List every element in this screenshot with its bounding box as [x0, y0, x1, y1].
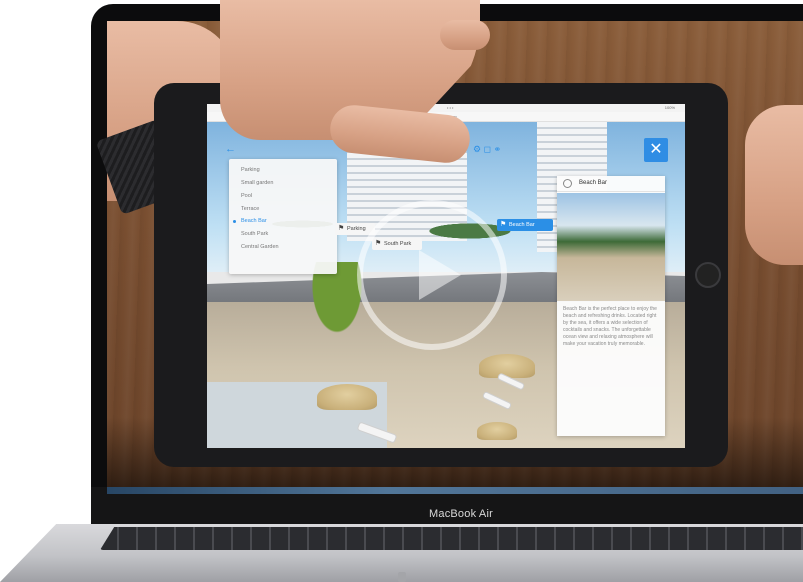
nav-item-small-garden[interactable]: Small garden [241, 180, 273, 186]
hotspot-beach-bar[interactable]: ⚑ Beach Bar [497, 219, 553, 231]
video-progress-strip [107, 487, 803, 494]
tablet-home-button[interactable] [695, 262, 721, 288]
toolbar-icons: ⚙ ◻ ⚭ [473, 144, 501, 155]
beach-umbrella [317, 384, 377, 410]
info-panel-title: Beach Bar [579, 180, 608, 186]
play-icon[interactable] [419, 250, 461, 300]
location-nav-panel: Parking Small garden Pool Terrace Beach … [229, 159, 337, 274]
right-hand [745, 105, 803, 265]
hotspot-label: Beach Bar [509, 222, 535, 228]
location-icon [563, 179, 572, 188]
laptop-brand-label: MacBook Air [429, 508, 493, 520]
nav-item-south-park[interactable]: South Park [241, 231, 268, 237]
nav-item-pool[interactable]: Pool [241, 193, 252, 199]
trackpad-notch [398, 572, 406, 582]
info-panel: Beach Bar Beach Bar is the perfect place… [557, 176, 665, 436]
nav-item-parking[interactable]: Parking [241, 167, 260, 173]
location-pin-icon: ⚑ [338, 225, 345, 232]
status-battery: 100% [664, 105, 675, 110]
resort-3d-scene[interactable]: ← Parking Small garden Pool Terrace Beac… [207, 122, 685, 448]
location-pin-icon: ⚑ [500, 221, 507, 228]
thumb [440, 20, 490, 50]
close-icon: ✕ [649, 141, 663, 158]
nav-item-terrace[interactable]: Terrace [241, 206, 259, 212]
info-panel-description: Beach Bar is the perfect place to enjoy … [563, 306, 657, 347]
beach-umbrella [479, 354, 535, 378]
beach-umbrella [477, 422, 517, 440]
info-panel-photo [557, 193, 665, 301]
hotspot-label: Parking [347, 226, 366, 232]
folder-icon[interactable]: ◻ [484, 144, 491, 154]
back-arrow-icon[interactable]: ← [225, 144, 239, 155]
status-time: • • • [447, 105, 454, 110]
info-panel-header: Beach Bar [557, 176, 665, 192]
laptop-keyboard [100, 527, 803, 550]
nav-item-beach-bar[interactable]: Beach Bar [241, 218, 267, 224]
close-button[interactable]: ✕ [644, 138, 668, 162]
nav-item-central-garden[interactable]: Central Garden [241, 244, 279, 250]
active-indicator-dot [233, 220, 236, 223]
chat-icon[interactable]: ⚭ [494, 144, 502, 154]
gear-icon[interactable]: ⚙ [473, 144, 481, 154]
